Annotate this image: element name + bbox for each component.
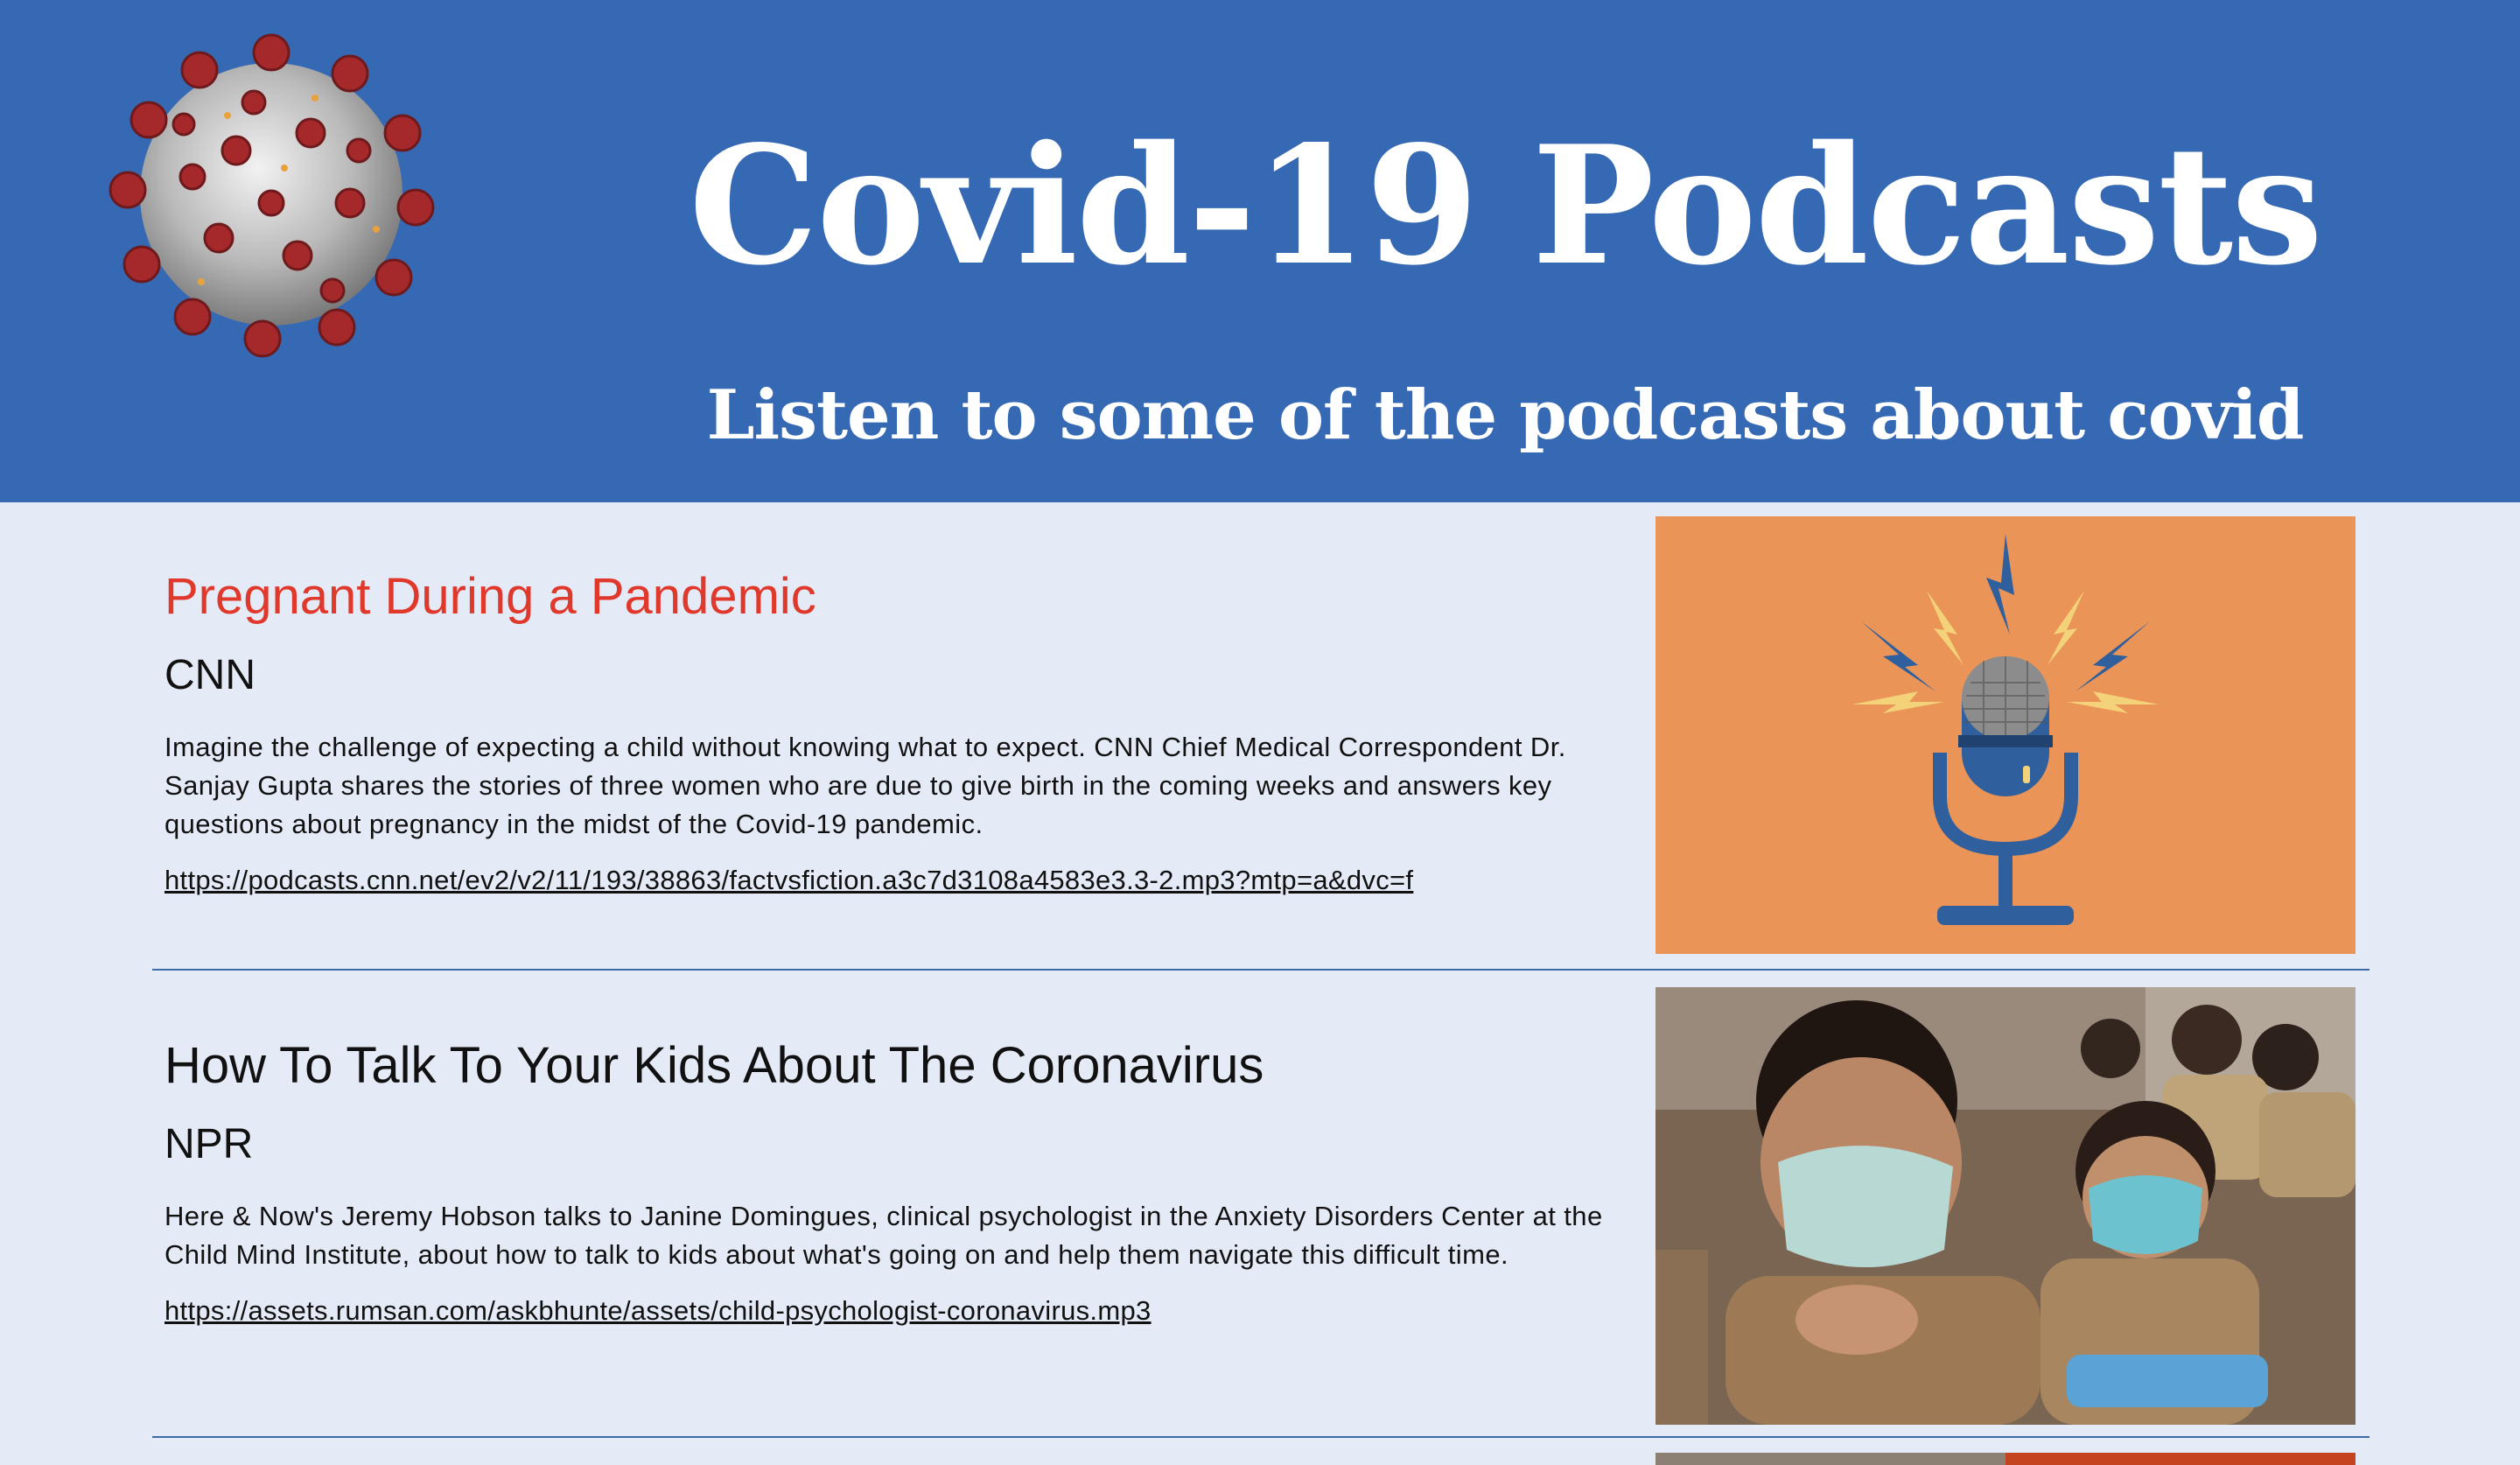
podcast-title: How To Talk To Your Kids About The Coron… [164, 1037, 1264, 1094]
podcast-description: Here & Now's Jeremy Hobson talks to Jani… [164, 1201, 1603, 1270]
divider [152, 969, 2370, 971]
podcast-title: Pregnant During a Pandemic [164, 568, 816, 625]
podcast-card: Pregnant During a Pandemic CNN Imagine t… [152, 516, 2370, 954]
coronavirus-icon [108, 33, 435, 358]
podcast-source: CNN [164, 652, 256, 698]
page-title: Covid-19 Podcasts [689, 109, 2323, 301]
podcast-image [1656, 987, 2356, 1425]
podcast-source: NPR [164, 1121, 254, 1167]
podcast-image [1656, 516, 2356, 954]
microphone-icon [1852, 534, 2159, 925]
podcast-audio-link[interactable]: https://podcasts.cnn.net/ev2/v2/11/193/3… [164, 863, 1413, 898]
podcast-info: Pregnant During a Pandemic CNN Imagine t… [164, 516, 1652, 898]
page-subtitle: Listen to some of the podcasts about cov… [706, 375, 2305, 455]
podcast-card: How To Talk To Your Kids About The Coron… [152, 985, 2370, 1425]
masked-students-photo [1656, 987, 2356, 1425]
podcast-image [1656, 1453, 2356, 1465]
podcast-description: Imagine the challenge of expecting a chi… [164, 732, 1566, 839]
podcast-audio-link[interactable]: https://assets.rumsan.com/askbhunte/asse… [164, 1293, 1152, 1328]
site-header: Covid-19 Podcasts Listen to some of the … [0, 0, 2520, 502]
podcast-info: How To Talk To Your Kids About The Coron… [164, 985, 1652, 1328]
divider [152, 1436, 2370, 1438]
